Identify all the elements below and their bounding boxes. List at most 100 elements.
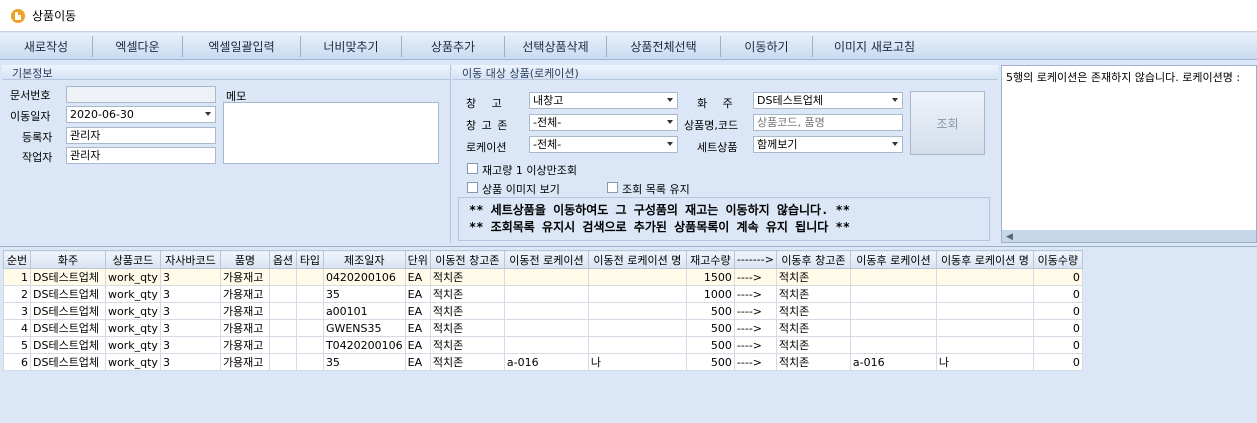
table-cell[interactable]: ----> bbox=[733, 285, 777, 303]
table-cell[interactable]: 적치존 bbox=[775, 319, 851, 337]
chevron-down-icon[interactable] bbox=[667, 142, 673, 146]
table-cell[interactable]: 0 bbox=[1032, 302, 1083, 320]
table-cell[interactable] bbox=[268, 302, 297, 320]
chevron-down-icon[interactable] bbox=[667, 120, 673, 124]
chevron-down-icon[interactable] bbox=[892, 142, 898, 146]
table-cell[interactable] bbox=[849, 268, 937, 286]
table-cell[interactable]: 4 bbox=[3, 319, 31, 337]
column-header[interactable]: 품명 bbox=[219, 250, 270, 269]
horizontal-scrollbar[interactable]: ◀ bbox=[1002, 230, 1256, 242]
table-cell[interactable]: 0 bbox=[1032, 268, 1083, 286]
table-row[interactable]: 6 DS테스트업체 work_qty 3 가용재고 35 EA 적치존 a-016 나 500 ---… bbox=[3, 353, 1083, 371]
table-cell[interactable]: work_qty bbox=[105, 336, 161, 354]
table-cell[interactable] bbox=[268, 319, 297, 337]
table-cell[interactable]: DS테스트업체 bbox=[30, 302, 106, 320]
table-cell[interactable]: ----> bbox=[733, 336, 777, 354]
column-header[interactable]: -------> bbox=[733, 250, 777, 269]
table-cell[interactable]: 5 bbox=[3, 336, 31, 354]
zone-select[interactable]: -전체- bbox=[529, 114, 678, 131]
table-cell[interactable]: 적치존 bbox=[429, 319, 505, 337]
table-cell[interactable]: 3 bbox=[3, 302, 31, 320]
table-cell[interactable]: 3 bbox=[159, 336, 221, 354]
table-cell[interactable]: DS테스트업체 bbox=[30, 319, 106, 337]
table-cell[interactable]: ----> bbox=[733, 353, 777, 371]
warehouse-select[interactable]: 내창고 bbox=[529, 92, 678, 109]
table-cell[interactable]: work_qty bbox=[105, 268, 161, 286]
chevron-down-icon[interactable] bbox=[667, 98, 673, 102]
table-cell[interactable]: EA bbox=[404, 285, 431, 303]
chevron-down-icon[interactable] bbox=[892, 98, 898, 102]
table-cell[interactable]: 0420200106 bbox=[322, 268, 406, 286]
table-cell[interactable] bbox=[587, 319, 687, 337]
table-cell[interactable]: 3 bbox=[159, 268, 221, 286]
table-cell[interactable] bbox=[503, 302, 589, 320]
table-cell[interactable]: work_qty bbox=[105, 302, 161, 320]
table-cell[interactable]: DS테스트업체 bbox=[30, 268, 106, 286]
move-date-field[interactable]: 2020-06-30 bbox=[66, 106, 216, 123]
table-cell[interactable] bbox=[935, 302, 1034, 320]
table-cell[interactable]: DS테스트업체 bbox=[30, 353, 106, 371]
table-row[interactable]: 5 DS테스트업체 work_qty 3 가용재고 T0420200106 EA 적치존 500… bbox=[3, 336, 1083, 354]
column-header[interactable]: 옵션 bbox=[268, 250, 297, 269]
table-cell[interactable]: 가용재고 bbox=[219, 268, 270, 286]
table-cell[interactable] bbox=[935, 285, 1034, 303]
excel-download-button[interactable]: 엑셀다운 bbox=[93, 35, 183, 57]
column-header[interactable]: 자사바코드 bbox=[159, 250, 221, 269]
table-cell[interactable]: 3 bbox=[159, 302, 221, 320]
table-cell[interactable]: 1000 bbox=[685, 285, 735, 303]
column-header[interactable]: 이동전 로케이션 bbox=[503, 250, 589, 269]
table-row[interactable]: 2 DS테스트업체 work_qty 3 가용재고 35 EA 적치존 1000 ----> 적치존… bbox=[3, 285, 1083, 303]
table-cell[interactable]: 3 bbox=[159, 353, 221, 371]
table-cell[interactable]: 500 bbox=[685, 302, 735, 320]
table-cell[interactable]: 적치존 bbox=[775, 268, 851, 286]
table-cell[interactable]: a00101 bbox=[322, 302, 406, 320]
table-cell[interactable]: a-016 bbox=[503, 353, 589, 371]
table-cell[interactable]: 가용재고 bbox=[219, 353, 270, 371]
table-cell[interactable]: 35 bbox=[322, 353, 406, 371]
table-cell[interactable]: 0 bbox=[1032, 353, 1083, 371]
select-all-button[interactable]: 상품전체선택 bbox=[607, 35, 721, 57]
table-cell[interactable]: EA bbox=[404, 302, 431, 320]
table-cell[interactable] bbox=[295, 268, 324, 286]
table-cell[interactable] bbox=[849, 336, 937, 354]
table-cell[interactable] bbox=[503, 336, 589, 354]
table-cell[interactable]: 적치존 bbox=[775, 336, 851, 354]
table-cell[interactable]: 500 bbox=[685, 319, 735, 337]
location-select[interactable]: -전체- bbox=[529, 136, 678, 153]
fit-width-button[interactable]: 너비맞추기 bbox=[301, 35, 402, 57]
product-search-input[interactable]: 상품코드, 품명 bbox=[753, 114, 903, 131]
table-cell[interactable] bbox=[268, 285, 297, 303]
table-cell[interactable]: 6 bbox=[3, 353, 31, 371]
new-button[interactable]: 새로작성 bbox=[0, 35, 93, 57]
table-cell[interactable] bbox=[503, 285, 589, 303]
table-cell[interactable] bbox=[587, 268, 687, 286]
table-cell[interactable]: 1 bbox=[3, 268, 31, 286]
table-row[interactable]: 3 DS테스트업체 work_qty 3 가용재고 a00101 EA 적치존 500 ---->… bbox=[3, 302, 1083, 320]
column-header[interactable]: 상품코드 bbox=[105, 250, 161, 269]
query-button[interactable]: 조회 bbox=[910, 91, 985, 155]
scroll-left-icon[interactable]: ◀ bbox=[1006, 232, 1013, 242]
column-header[interactable]: 화주 bbox=[30, 250, 106, 269]
table-cell[interactable] bbox=[935, 268, 1034, 286]
column-header[interactable]: 순번 bbox=[3, 250, 31, 269]
column-header[interactable]: 제조일자 bbox=[322, 250, 406, 269]
table-cell[interactable] bbox=[587, 302, 687, 320]
table-cell[interactable]: ----> bbox=[733, 268, 777, 286]
table-cell[interactable]: 나 bbox=[587, 353, 687, 371]
table-cell[interactable] bbox=[503, 319, 589, 337]
table-cell[interactable]: ----> bbox=[733, 302, 777, 320]
table-cell[interactable]: 적치존 bbox=[429, 302, 505, 320]
table-cell[interactable]: 적치존 bbox=[429, 336, 505, 354]
chevron-down-icon[interactable] bbox=[205, 112, 211, 116]
table-cell[interactable]: 적치존 bbox=[429, 285, 505, 303]
column-header[interactable]: 이동전 로케이션 명 bbox=[587, 250, 687, 269]
table-cell[interactable]: EA bbox=[404, 319, 431, 337]
show-image-checkbox[interactable] bbox=[467, 182, 478, 193]
table-cell[interactable] bbox=[268, 268, 297, 286]
table-cell[interactable]: 나 bbox=[935, 353, 1034, 371]
table-cell[interactable] bbox=[295, 285, 324, 303]
column-header[interactable]: 타입 bbox=[295, 250, 324, 269]
column-header[interactable]: 재고수량 bbox=[685, 250, 735, 269]
table-cell[interactable] bbox=[295, 302, 324, 320]
table-cell[interactable] bbox=[295, 319, 324, 337]
